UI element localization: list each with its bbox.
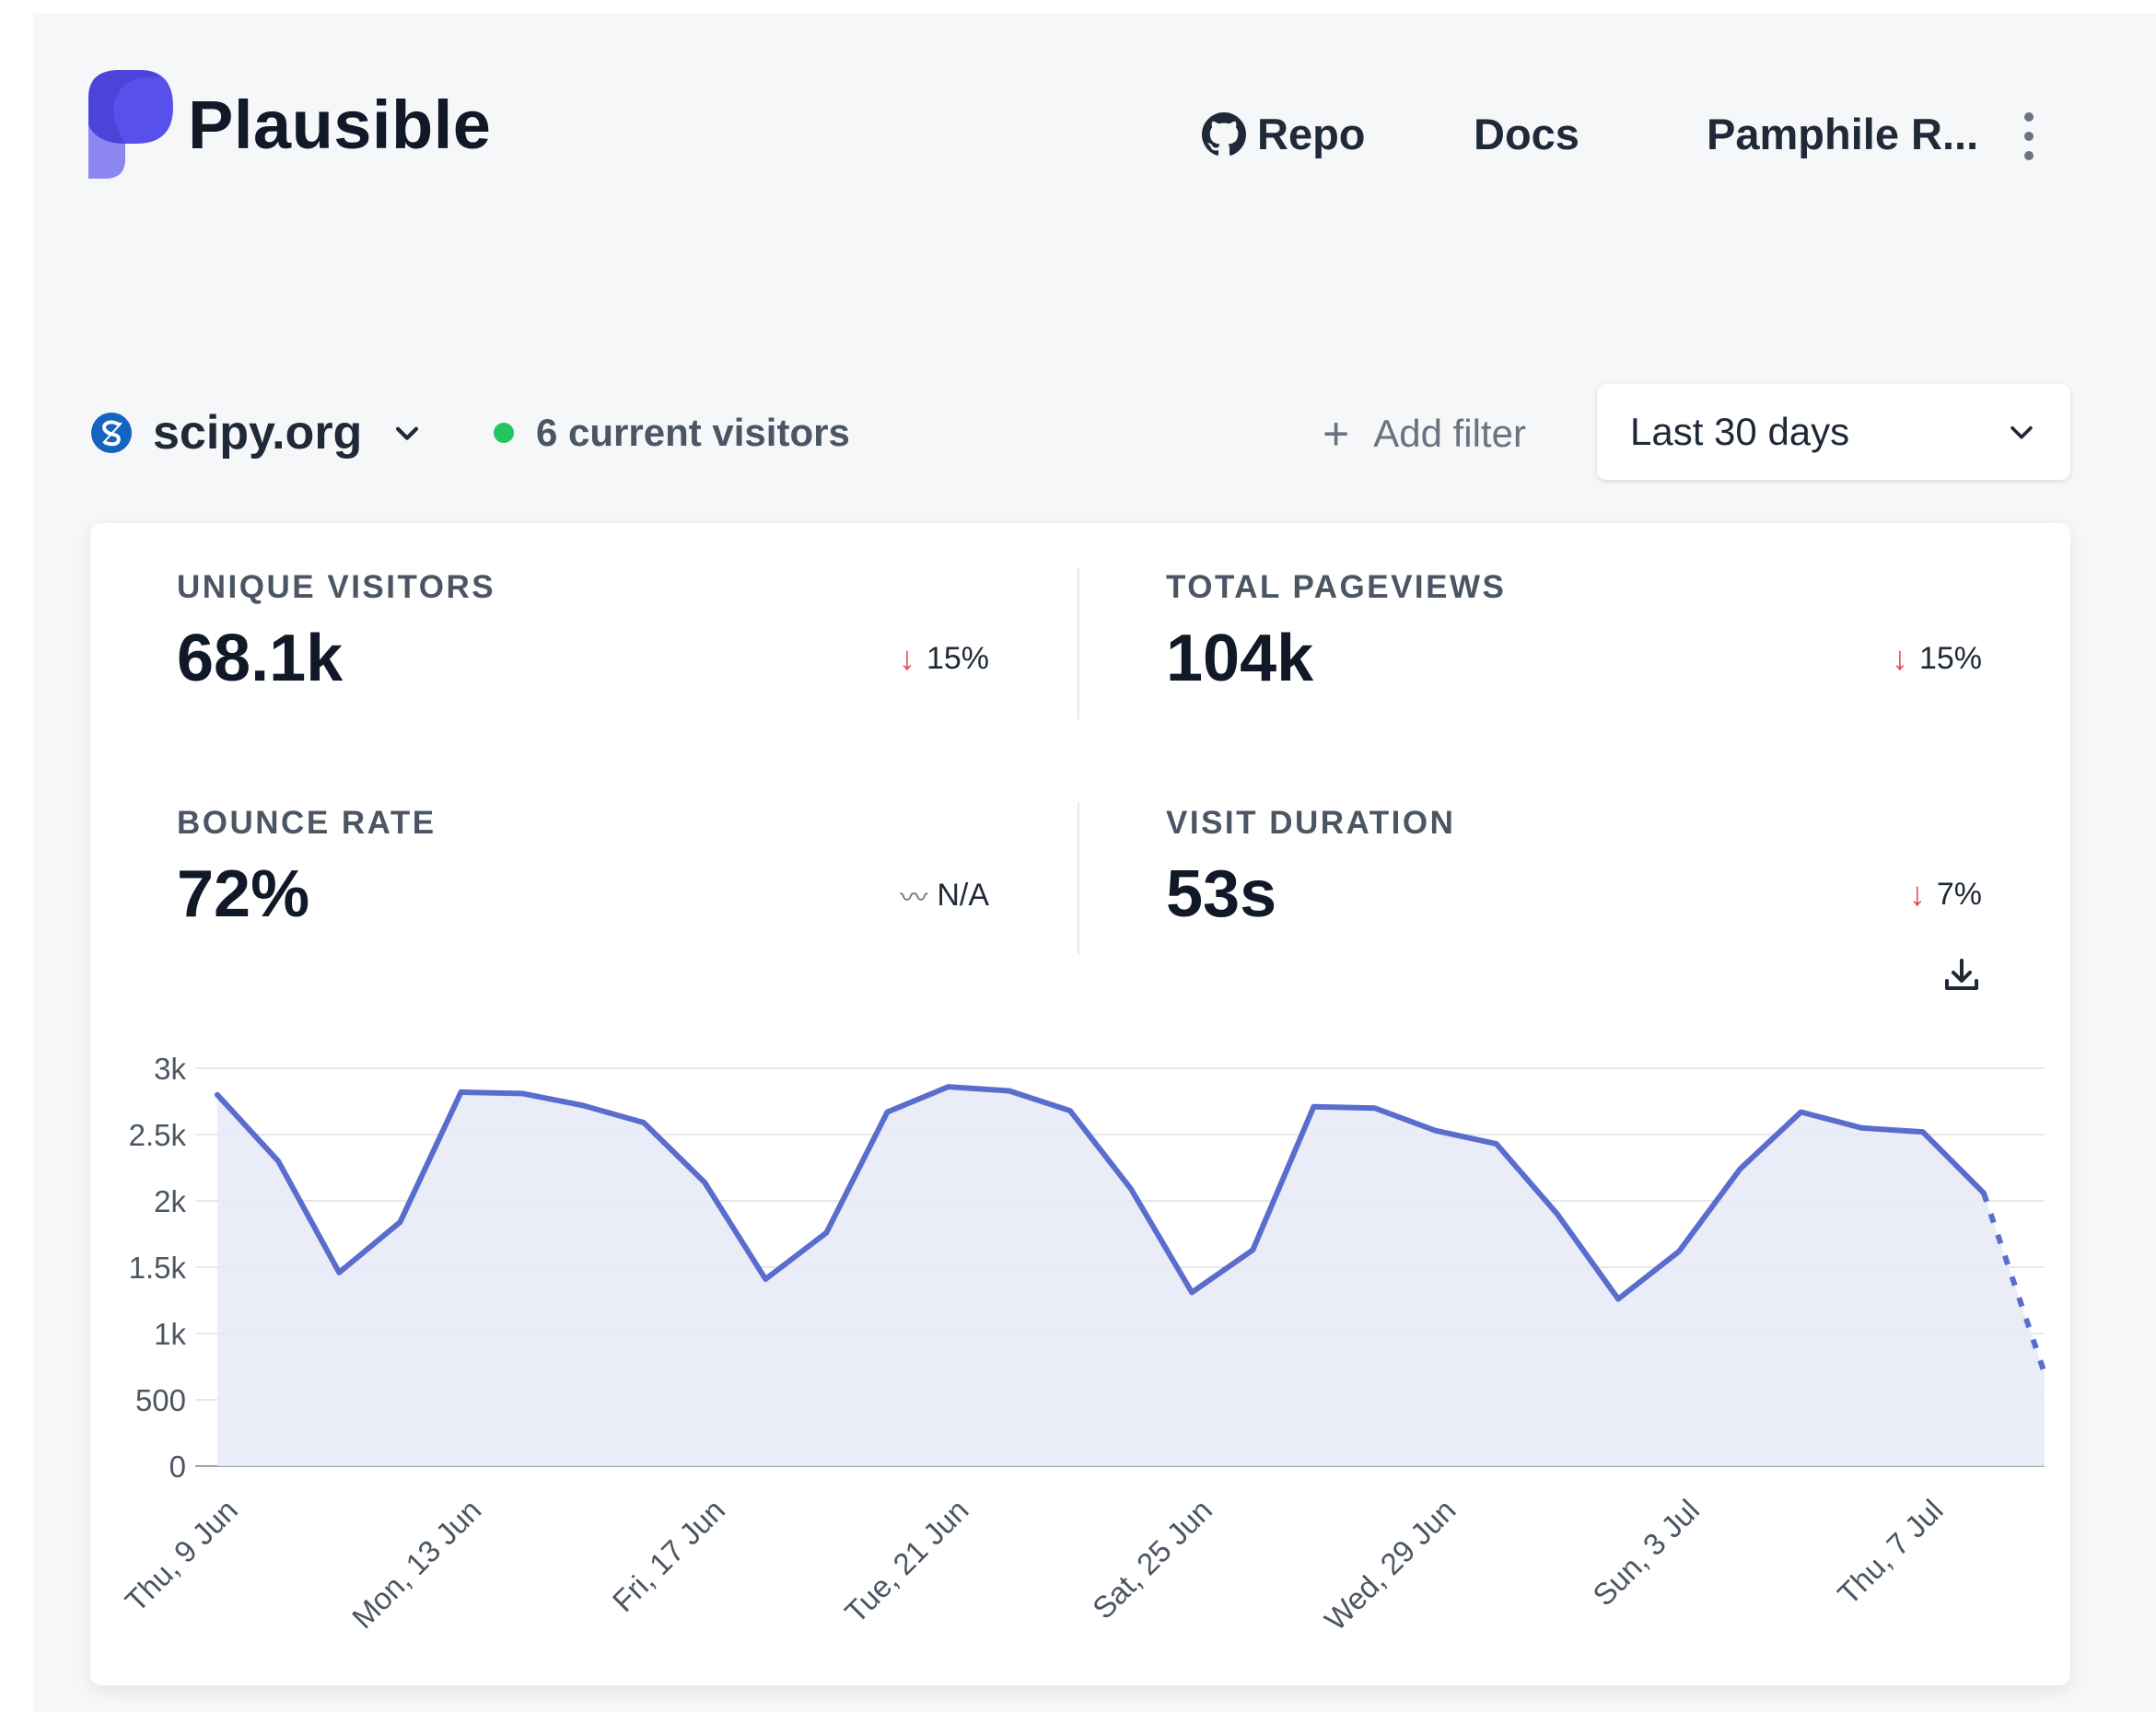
add-filter-label: Add filter	[1373, 412, 1526, 455]
divider	[1078, 803, 1079, 955]
arrow-down-icon: ↓	[898, 639, 915, 677]
metric-label: VISIT DURATION	[1166, 805, 1456, 841]
flat-trend-icon: 〰	[900, 883, 928, 914]
period-label: Last 30 days	[1630, 410, 1850, 453]
metric-value: 72%	[177, 857, 310, 931]
metric-bounce-rate[interactable]: BOUNCE RATE 72% 〰 N/A	[177, 805, 989, 931]
add-filter-button[interactable]: + Add filter	[1323, 411, 1526, 457]
metric-change-value: 15%	[926, 640, 989, 676]
arrow-down-icon: ↓	[1908, 875, 1926, 913]
metric-unique-visitors[interactable]: UNIQUE VISITORS 68.1k ↓ 15%	[177, 569, 989, 695]
metric-visit-duration[interactable]: VISIT DURATION 53s ↓ 7%	[1166, 805, 1982, 931]
metric-value: 104k	[1166, 622, 1314, 695]
stats-card: UNIQUE VISITORS 68.1k ↓ 15% TOTAL PAGEVI…	[90, 523, 2070, 1685]
metric-change-value: 15%	[1918, 640, 1982, 676]
user-name: Pamphile R...	[1707, 110, 1979, 158]
metric-label: UNIQUE VISITORS	[177, 569, 496, 605]
chevron-down-icon	[396, 426, 419, 440]
github-icon	[1202, 111, 1246, 156]
docs-link-label: Docs	[1474, 110, 1579, 158]
repo-link[interactable]: Repo	[1202, 109, 1366, 159]
docs-link[interactable]: Docs	[1474, 109, 1579, 159]
metric-change: ↓ 15%	[1892, 639, 1982, 678]
metric-change: ↓ 7%	[1909, 875, 1982, 914]
kebab-icon[interactable]	[2018, 112, 2040, 160]
site-switcher[interactable]: scipy.org	[90, 405, 423, 460]
metric-value: 53s	[1166, 857, 1277, 931]
scipy-favicon-icon	[91, 413, 132, 453]
plus-icon: +	[1323, 408, 1350, 460]
metric-change-value: 7%	[1936, 876, 1982, 912]
download-icon[interactable]	[1940, 953, 1984, 997]
current-visitors-label: 6 current visitors	[536, 411, 850, 454]
metric-label: BOUNCE RATE	[177, 805, 437, 841]
divider	[1078, 567, 1079, 719]
arrow-down-icon: ↓	[1891, 639, 1908, 677]
chevron-down-icon	[2010, 425, 2033, 439]
site-name: scipy.org	[153, 406, 363, 460]
brand-name: Plausible	[188, 86, 492, 163]
repo-link-label: Repo	[1257, 110, 1366, 158]
plausible-logo[interactable]: Plausible	[88, 70, 491, 179]
metric-change: ↓ 15%	[899, 639, 989, 678]
metric-total-pageviews[interactable]: TOTAL PAGEVIEWS 104k ↓ 15%	[1166, 569, 1982, 695]
plausible-logo-icon	[88, 70, 173, 179]
user-menu[interactable]: Pamphile R...	[1707, 109, 1978, 159]
metric-change: 〰 N/A	[900, 875, 989, 915]
period-dropdown[interactable]: Last 30 days	[1597, 384, 2070, 480]
metric-value: 68.1k	[177, 622, 344, 695]
metric-label: TOTAL PAGEVIEWS	[1166, 569, 1507, 605]
current-visitors[interactable]: 6 current visitors	[494, 411, 850, 455]
live-dot-icon	[494, 423, 514, 443]
metric-change-value: N/A	[937, 877, 989, 913]
